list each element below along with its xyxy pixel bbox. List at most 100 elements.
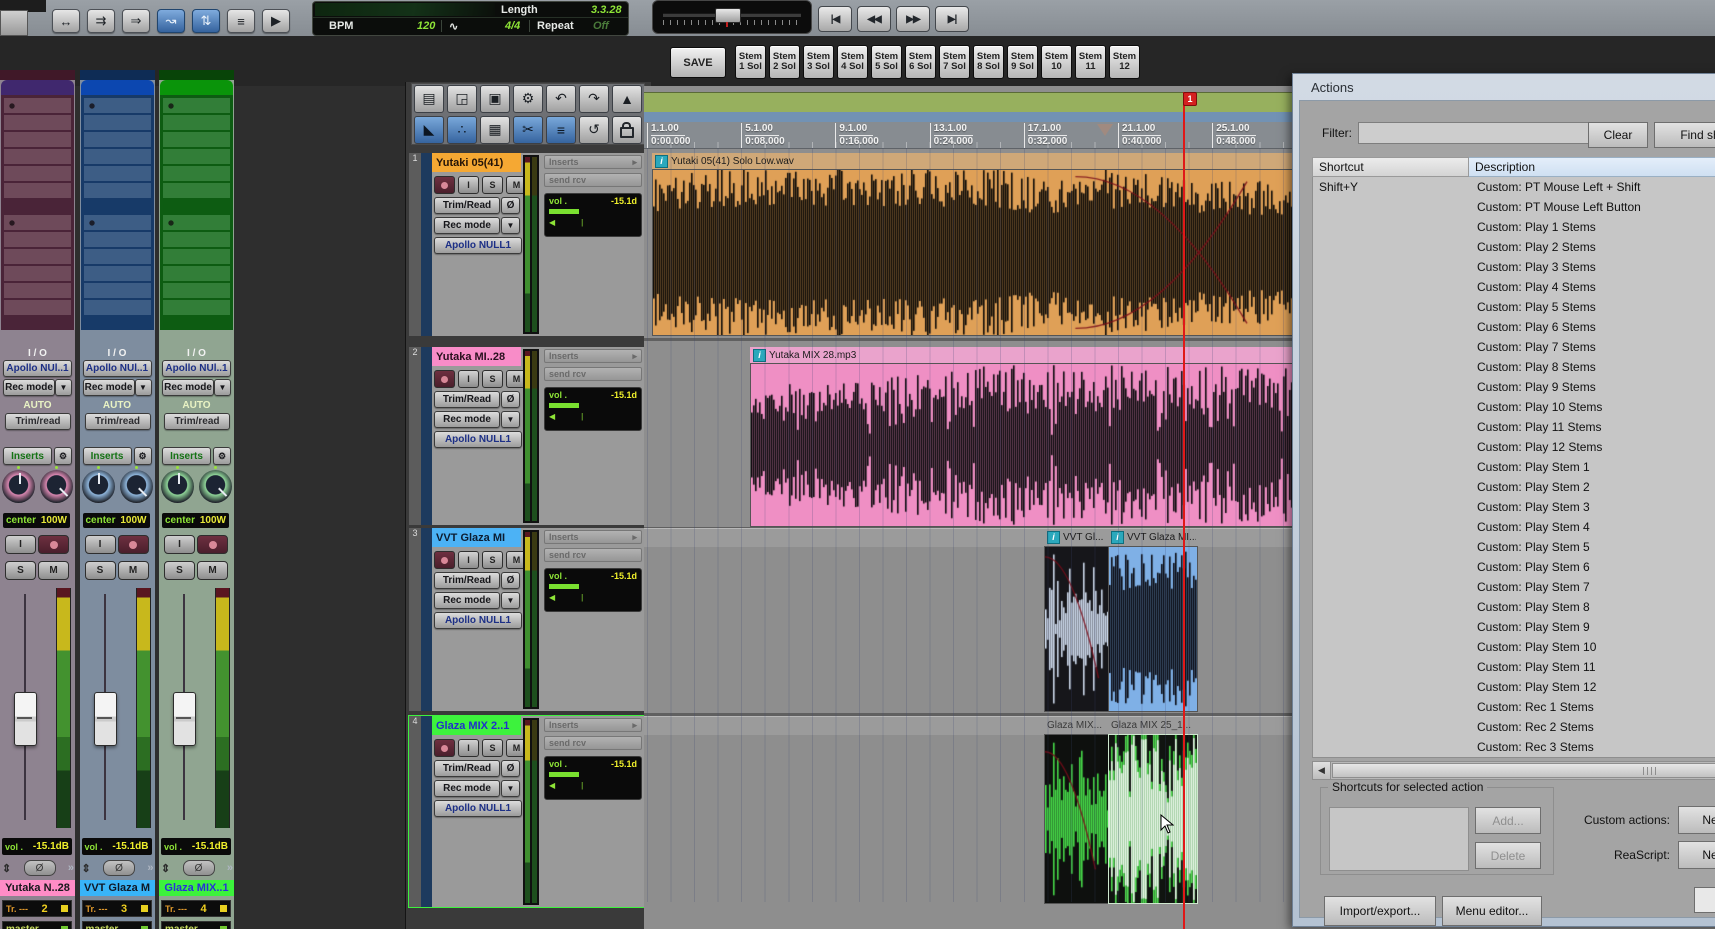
tcp-toolbar-button[interactable]: ◣ — [414, 115, 444, 144]
action-row[interactable]: Custom: Play 2 Stems — [1313, 237, 1715, 257]
fx-bypass-icon[interactable]: » — [227, 862, 233, 874]
automation-mode-button[interactable]: Trim/read — [5, 413, 71, 430]
find-shortcut-button[interactable]: Find shortcut... — [1654, 122, 1715, 148]
gear-icon[interactable]: ⚙ — [54, 447, 72, 465]
input-monitor-button[interactable]: I — [164, 535, 195, 554]
action-row[interactable]: Shift+Y Custom: PT Mouse Left + Shift — [1313, 177, 1715, 197]
record-arm-button[interactable] — [117, 535, 149, 554]
action-row[interactable]: Custom: Play 10 Stems — [1313, 397, 1715, 417]
level-meter[interactable] — [135, 588, 151, 828]
record-arm-button[interactable] — [38, 535, 69, 554]
toolbar-tool-button[interactable]: ↝ — [157, 9, 185, 33]
rec-mode-button[interactable]: Rec mode — [434, 217, 500, 234]
pan-knob[interactable] — [2, 466, 35, 503]
tempo-marker-icon[interactable] — [1097, 124, 1113, 136]
pan-knob[interactable] — [81, 466, 115, 503]
inserts-row[interactable]: Inserts ▸ — [544, 530, 642, 544]
solo-button[interactable]: S — [164, 561, 195, 580]
marker-flag[interactable]: 1 — [1183, 92, 1197, 106]
phase-button[interactable]: Ø — [501, 391, 520, 408]
rec-mode-dropdown[interactable]: ▼ — [501, 411, 520, 428]
automation-mode-button[interactable]: Trim/Read — [434, 197, 500, 214]
import-export-button[interactable]: Import/export... — [1324, 896, 1436, 926]
action-row[interactable]: Custom: Play Stem 4 — [1313, 517, 1715, 537]
tcp-toolbar-button[interactable]: ▣ — [480, 84, 510, 113]
tcp-track[interactable]: 1 Yutaki 05(41) I S M Trim/Read Ø Rec mo… — [409, 153, 650, 336]
fader-nudge-icon[interactable]: ⇕ — [2, 862, 11, 875]
rec-mode-dropdown[interactable]: ▼ — [55, 379, 72, 396]
custom-actions-new-button[interactable]: New... — [1678, 806, 1715, 834]
rec-mode-button[interactable]: Rec mode — [162, 379, 214, 396]
action-row[interactable]: Custom: Rec 2 Stems — [1313, 717, 1715, 737]
fx-bypass-icon[interactable]: » — [68, 862, 74, 874]
strip-track-name[interactable]: Glaza MIX..1 — [159, 880, 234, 896]
filter-input[interactable] — [1358, 122, 1590, 144]
column-header-shortcut[interactable]: Shortcut — [1312, 157, 1469, 177]
action-row[interactable]: Custom: Play 1 Stems — [1313, 217, 1715, 237]
phase-button[interactable]: Ø — [501, 760, 520, 777]
timesig-value[interactable]: 4/4 — [505, 20, 520, 32]
tcp-track[interactable]: 4 Glaza MIX 2..1 I S M Trim/Read Ø Rec m… — [408, 715, 651, 908]
send-slots[interactable] — [163, 215, 230, 316]
automation-mode-button[interactable]: Trim/read — [84, 413, 151, 430]
volume-display[interactable]: vol . -15.1d ◀ | — [544, 756, 642, 800]
rec-mode-dropdown[interactable]: ▼ — [214, 379, 231, 396]
item-label[interactable]: i Yutaki 05(41) Solo Low.wav — [652, 153, 1312, 169]
io-device-button[interactable]: Apollo NUl..1 — [162, 360, 231, 377]
automation-mode-button[interactable]: Trim/Read — [434, 572, 500, 589]
io-device-button[interactable]: Apollo NULL1 — [434, 237, 522, 254]
automation-mode-button[interactable]: Trim/Read — [434, 391, 500, 408]
stem-solo-button[interactable]: Stem 4 Sol — [837, 45, 868, 79]
rec-mode-dropdown[interactable]: ▼ — [501, 217, 520, 234]
action-row[interactable]: Custom: Play 5 Stems — [1313, 297, 1715, 317]
insert-slots[interactable] — [83, 98, 151, 199]
level-meter[interactable] — [56, 588, 71, 828]
action-row[interactable]: Custom: PT Mouse Left Button — [1313, 197, 1715, 217]
item-label[interactable]: i Yutaka MIX 28.mp3 — [750, 347, 1312, 363]
io-device-button[interactable]: Apollo NUl..1 — [82, 360, 152, 377]
phase-button[interactable]: Ø — [501, 572, 520, 589]
track-name[interactable]: Glaza MIX 2..1 — [432, 716, 521, 735]
delete-shortcut-button[interactable]: Delete — [1475, 842, 1541, 869]
action-row[interactable]: Custom: Rec 3 Stems — [1313, 737, 1715, 757]
gear-icon[interactable]: ⚙ — [133, 447, 152, 465]
rec-mode-dropdown[interactable]: ▼ — [501, 780, 520, 797]
track-name[interactable]: Yutaki 05(41) — [432, 153, 521, 172]
automation-mode-button[interactable]: Trim/read — [164, 413, 230, 430]
send-slots[interactable] — [83, 215, 151, 316]
send-rcv-row[interactable]: send rcv — [544, 173, 642, 187]
stem-solo-button[interactable]: Stem 5 Sol — [871, 45, 902, 79]
input-monitor-button[interactable]: I — [458, 739, 479, 757]
record-arm-button[interactable] — [434, 370, 455, 388]
solo-button[interactable]: S — [482, 370, 503, 388]
rec-mode-dropdown[interactable]: ▼ — [134, 379, 152, 396]
action-row[interactable]: Custom: Play 11 Stems — [1313, 417, 1715, 437]
stem-solo-button[interactable]: Stem 10 — [1041, 45, 1072, 79]
record-arm-button[interactable] — [434, 551, 455, 569]
inserts-row[interactable]: Inserts ▸ — [544, 155, 642, 169]
playhead[interactable] — [1183, 92, 1185, 929]
media-item-blue-1[interactable] — [1044, 546, 1109, 712]
volume-display[interactable]: vol . -15.1d ◀ | — [544, 568, 642, 612]
item-label[interactable]: Glaza MIX... — [1044, 717, 1107, 733]
action-row[interactable]: Custom: Play Stem 3 — [1313, 497, 1715, 517]
media-item-pink[interactable] — [750, 363, 1314, 527]
repeat-value[interactable]: Off — [593, 20, 609, 32]
metronome-icon[interactable]: ∿ — [449, 20, 458, 33]
solo-button[interactable]: S — [482, 176, 503, 194]
tcp-toolbar-button[interactable]: ∴ — [447, 115, 477, 144]
stem-solo-button[interactable]: Stem 3 Sol — [803, 45, 834, 79]
action-row[interactable]: Custom: Play Stem 8 — [1313, 597, 1715, 617]
send-slots[interactable] — [4, 215, 71, 316]
toolbar-tool-button[interactable]: ⇅ — [192, 9, 220, 33]
strip-track-name[interactable]: VVT Glaza M — [79, 880, 155, 896]
rec-mode-button[interactable]: Rec mode — [3, 379, 55, 396]
action-row[interactable]: Custom: Play Stem 2 — [1313, 477, 1715, 497]
item-info-icon[interactable]: i — [655, 154, 668, 168]
tcp-toolbar-button[interactable]: ✂ — [513, 115, 543, 144]
width-knob[interactable] — [119, 466, 153, 503]
horizontal-scrollbar[interactable]: ◀ — [1312, 761, 1715, 780]
toolbar-tool-button[interactable]: ▶ — [262, 9, 290, 33]
automation-mode-button[interactable]: Trim/Read — [434, 760, 500, 777]
menu-editor-button[interactable]: Menu editor... — [1442, 896, 1542, 926]
